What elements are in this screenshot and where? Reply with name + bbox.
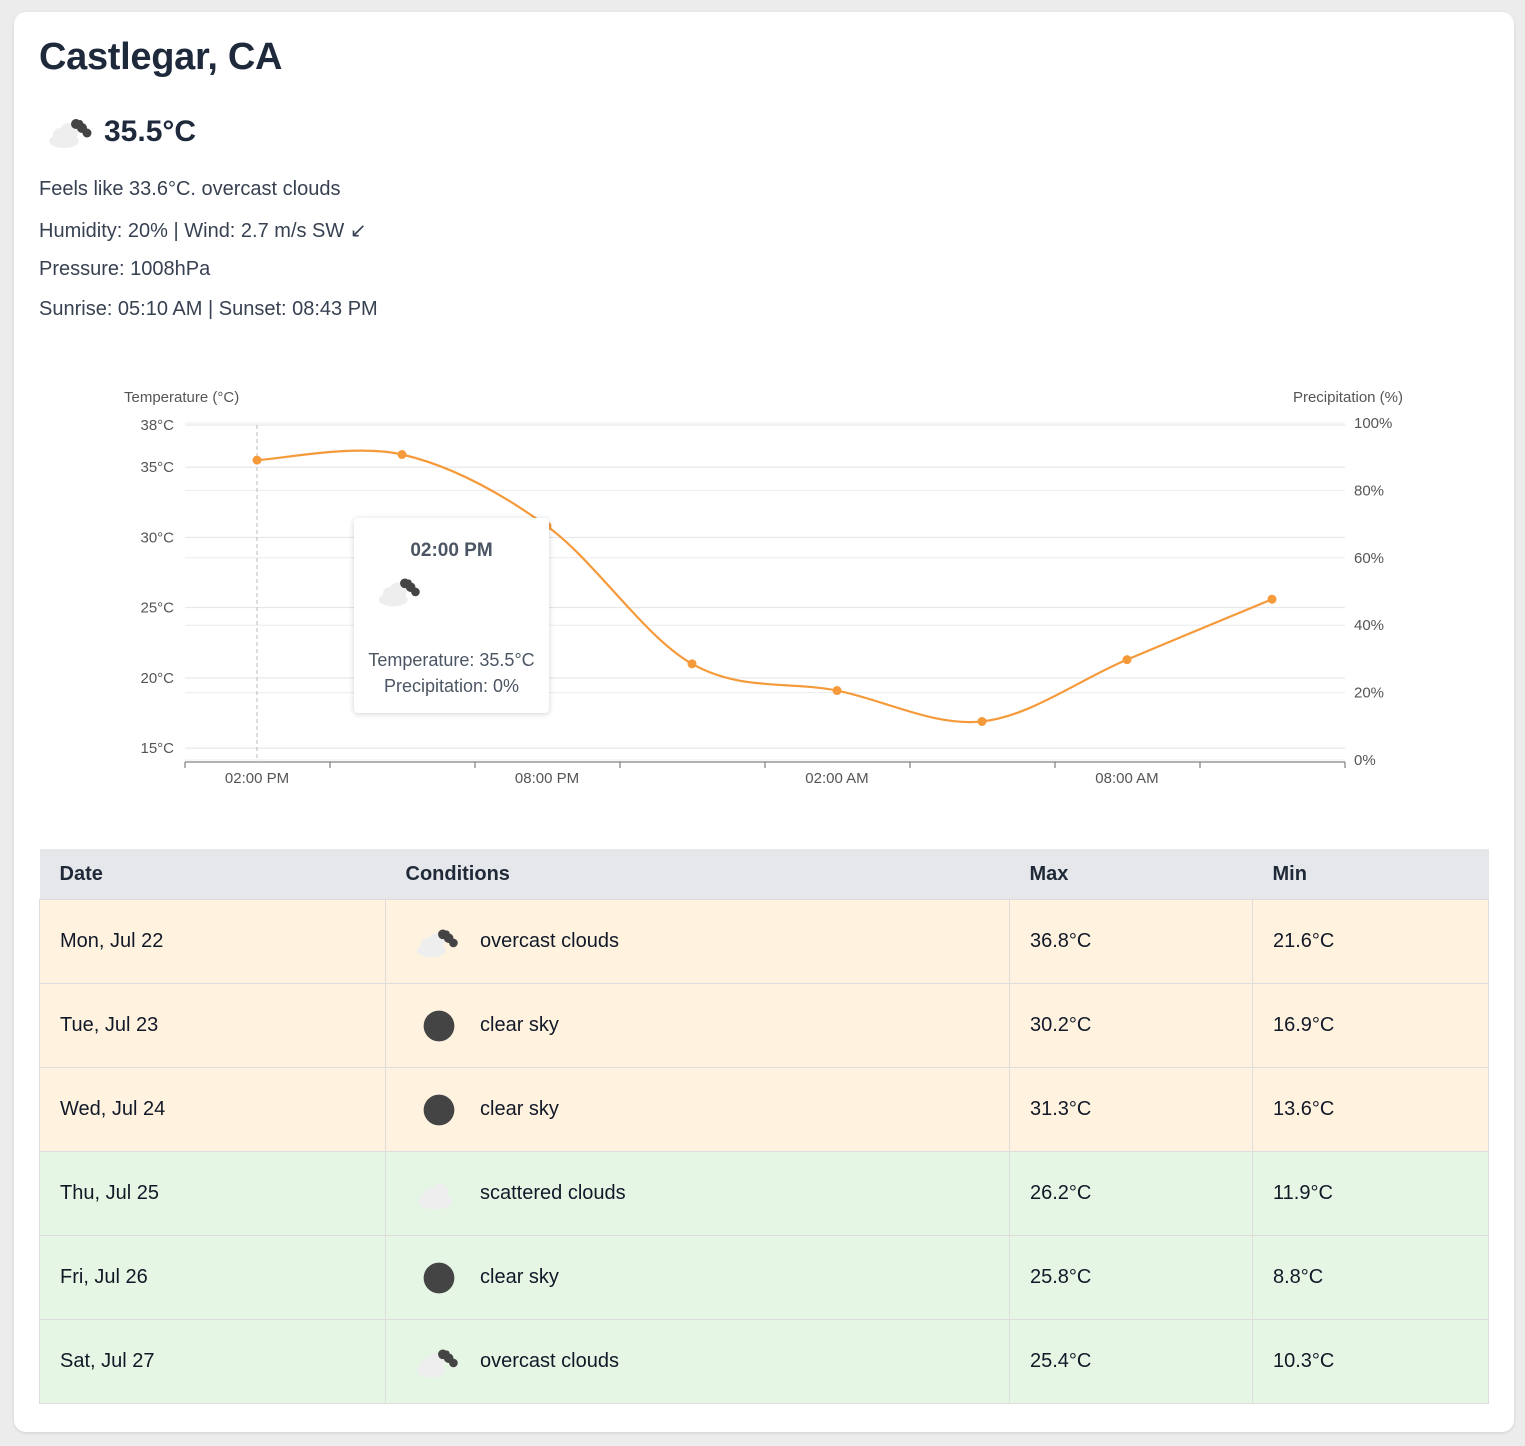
table-row: Tue, Jul 23 clear sky 30.2°C 16.9°C [39,983,1489,1068]
clear-sky-icon [423,1010,455,1041]
conditions-cell: clear sky [385,1235,1010,1320]
column-header-date: Date [39,849,386,900]
table-row: Fri, Jul 26 clear sky 25.8°C 8.8°C [39,1235,1489,1320]
x-tick-label: 02:00 AM [805,770,868,787]
y-tick-label: 35°C [140,459,174,476]
y-tick-label: 38°C [140,417,174,434]
temperature-point[interactable] [687,659,697,669]
temperature-point[interactable] [252,455,262,465]
tooltip-temperature: Temperature: 35.5°C [368,650,535,670]
temperature-point[interactable] [397,450,407,460]
conditions-cell: scattered clouds [385,1151,1010,1236]
chart-tooltip: 02:00 PM Temperature: 35.5°C Precipitati… [354,518,549,713]
y-tick-label: 30°C [140,529,174,546]
min-temp-cell: 21.6°C [1252,899,1489,984]
date-cell: Sat, Jul 27 [39,1319,386,1404]
y2-tick-label: 20% [1354,685,1384,702]
date-cell: Fri, Jul 26 [39,1235,386,1320]
conditions-text: clear sky [480,1014,559,1036]
conditions-text: clear sky [480,1098,559,1120]
max-temp-cell: 31.3°C [1009,1067,1253,1152]
table-row: Wed, Jul 24 clear sky 31.3°C 13.6°C [39,1067,1489,1152]
min-temp-cell: 8.8°C [1252,1235,1489,1320]
min-temp-cell: 16.9°C [1252,983,1489,1068]
y2-tick-label: 0% [1354,752,1376,769]
y2-tick-label: 60% [1354,550,1384,567]
y2-tick-label: 100% [1354,415,1392,432]
max-temp-cell: 25.8°C [1009,1235,1253,1320]
column-header-max: Max [1009,849,1253,900]
conditions-cell: clear sky [385,1067,1010,1152]
y-axis-ticks: 38°C 35°C 30°C 25°C 20°C 15°C [140,417,174,757]
y-tick-label: 15°C [140,740,174,757]
overcast-clouds-icon [416,929,458,957]
x-axis-ticks: 02:00 PM 08:00 PM 02:00 AM 08:00 AM [184,762,1346,787]
conditions-cell: clear sky [385,983,1010,1068]
conditions-text: overcast clouds [480,930,619,952]
table-row: Sat, Jul 27 overcast clouds 25.4°C 10.3°… [39,1319,1489,1404]
overcast-clouds-icon [416,1349,458,1377]
y-tick-label: 25°C [140,600,174,617]
y2-axis-title: Precipitation (%) [1293,389,1403,406]
temperature-point[interactable] [1122,655,1132,665]
x-tick-label: 08:00 AM [1095,770,1158,787]
table-row: Thu, Jul 25 scattered clouds 26.2°C 11.9… [39,1151,1489,1236]
column-header-conditions: Conditions [385,849,1010,900]
max-temp-cell: 36.8°C [1009,899,1253,984]
max-temp-cell: 30.2°C [1009,983,1253,1068]
tooltip-time: 02:00 PM [410,540,493,561]
scattered-clouds-icon [417,1183,453,1209]
y-tick-label: 20°C [140,670,174,687]
temperature-chart: Temperature (°C) Precipitation (%) 38°C3… [124,389,1403,787]
column-header-min: Min [1252,849,1489,900]
min-temp-cell: 13.6°C [1252,1067,1489,1152]
clear-sky-icon [423,1262,455,1293]
temperature-point[interactable] [832,686,842,696]
conditions-cell: overcast clouds [385,1319,1010,1404]
weather-card: Castlegar, CA 35.5°C Feels like 33.6°C. … [14,12,1514,1432]
date-cell: Thu, Jul 25 [39,1151,386,1236]
x-tick-label: 08:00 PM [515,770,579,787]
table-row: Mon, Jul 22 overcast clouds 36.8°C 21.6°… [39,899,1489,984]
date-cell: Mon, Jul 22 [39,899,386,984]
max-temp-cell: 25.4°C [1009,1319,1253,1404]
x-tick-label: 02:00 PM [225,770,289,787]
y2-tick-label: 40% [1354,617,1384,634]
temperature-point[interactable] [1267,594,1277,604]
clear-sky-icon [423,1094,455,1125]
y2-axis-ticks: 100% 80% 60% 40% 20% 0% [1354,415,1392,769]
conditions-text: overcast clouds [480,1350,619,1372]
y2-tick-label: 80% [1354,482,1384,499]
y-axis-title: Temperature (°C) [124,389,239,406]
tooltip-precipitation: Precipitation: 0% [383,676,520,696]
conditions-text: clear sky [480,1266,559,1288]
table-header-row: Date Conditions Max Min [39,849,1489,900]
date-cell: Wed, Jul 24 [39,1067,386,1152]
date-cell: Tue, Jul 23 [39,983,386,1068]
forecast-table: Date Conditions Max Min Mon, Jul 22 over… [39,849,1489,1404]
overcast-clouds-icon [378,578,420,607]
conditions-text: scattered clouds [480,1182,626,1204]
conditions-cell: overcast clouds [385,899,1010,984]
max-temp-cell: 26.2°C [1009,1151,1253,1236]
temperature-point[interactable] [977,716,987,726]
min-temp-cell: 11.9°C [1252,1151,1489,1236]
min-temp-cell: 10.3°C [1252,1319,1489,1404]
